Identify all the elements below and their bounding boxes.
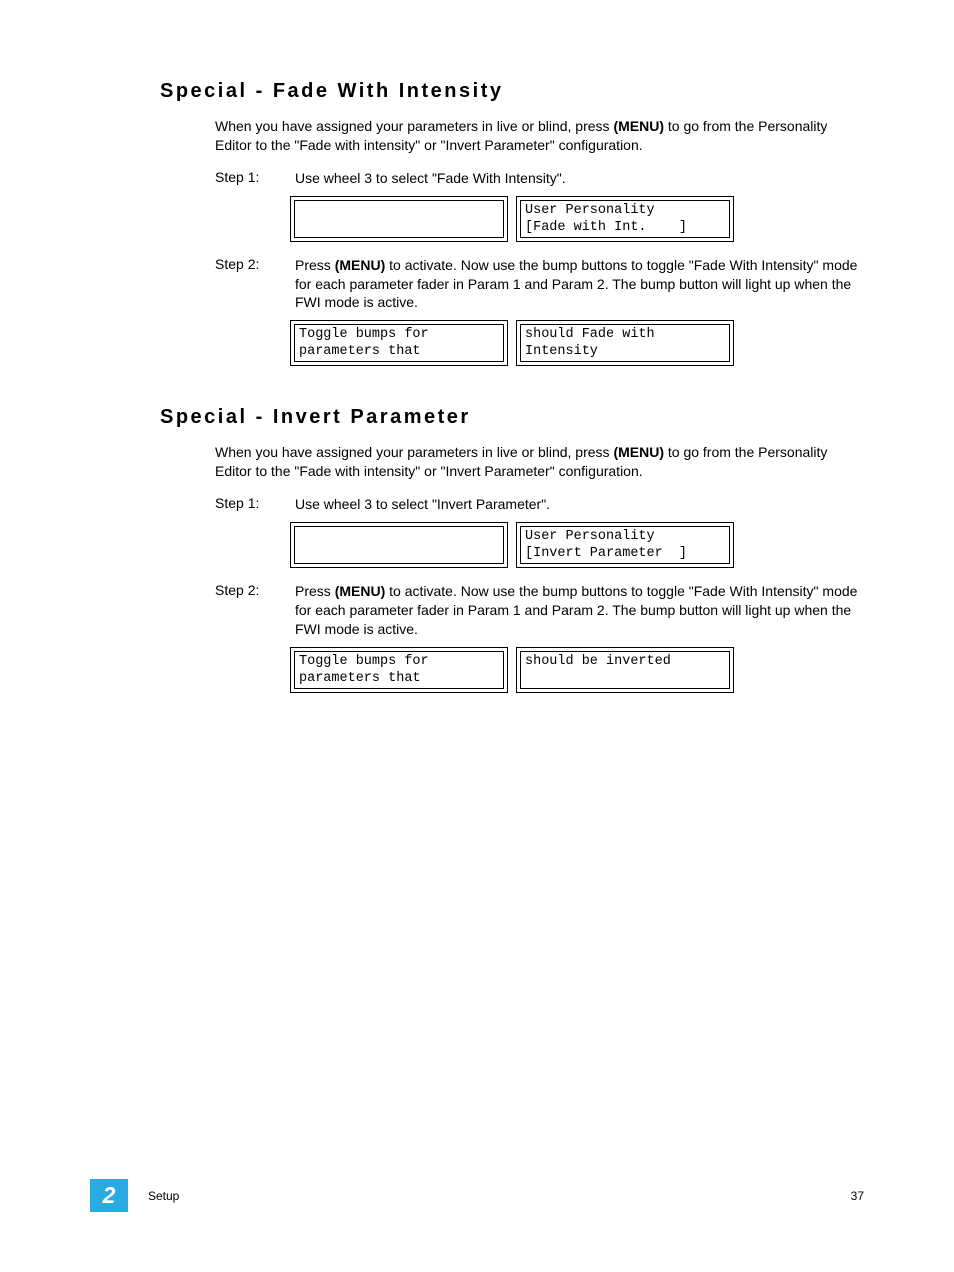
step-row: Step 1: Use wheel 3 to select "Invert Pa… bbox=[215, 495, 864, 514]
lcd-display-row: User Personality [Invert Parameter ] bbox=[290, 522, 864, 568]
step-text: Press bbox=[295, 257, 335, 273]
lcd-inner bbox=[294, 526, 504, 564]
step-label: Step 2: bbox=[215, 582, 295, 639]
lcd-left bbox=[290, 522, 508, 568]
step-row: Step 2: Press (MENU) to activate. Now us… bbox=[215, 256, 864, 313]
page-footer: 2 Setup 37 bbox=[0, 1179, 954, 1212]
lcd-inner bbox=[294, 200, 504, 238]
lcd-inner: Toggle bumps for parameters that bbox=[294, 324, 504, 362]
lcd-display-row: User Personality [Fade with Int. ] bbox=[290, 196, 864, 242]
heading-fade-with-intensity: Special - Fade With Intensity bbox=[160, 80, 864, 103]
lcd-right: User Personality [Invert Parameter ] bbox=[516, 522, 734, 568]
lcd-inner: should be inverted bbox=[520, 651, 730, 689]
step-row: Step 2: Press (MENU) to activate. Now us… bbox=[215, 582, 864, 639]
lcd-right: should Fade with Intensity bbox=[516, 320, 734, 366]
lcd-inner: User Personality [Invert Parameter ] bbox=[520, 526, 730, 564]
step-text: Press bbox=[295, 583, 335, 599]
lcd-inner: should Fade with Intensity bbox=[520, 324, 730, 362]
step-label: Step 1: bbox=[215, 495, 295, 514]
step-row: Step 1: Use wheel 3 to select "Fade With… bbox=[215, 169, 864, 188]
page-number: 37 bbox=[851, 1189, 864, 1203]
step-body: Press (MENU) to activate. Now use the bu… bbox=[295, 256, 864, 313]
lcd-right: should be inverted bbox=[516, 647, 734, 693]
step-body: Use wheel 3 to select "Invert Parameter"… bbox=[295, 495, 864, 514]
intro-text: When you have assigned your parameters i… bbox=[215, 444, 613, 460]
step-label: Step 2: bbox=[215, 256, 295, 313]
step-body: Use wheel 3 to select "Fade With Intensi… bbox=[295, 169, 864, 188]
step-body: Press (MENU) to activate. Now use the bu… bbox=[295, 582, 864, 639]
page-content: Special - Fade With Intensity When you h… bbox=[0, 0, 954, 693]
lcd-inner: Toggle bumps for parameters that bbox=[294, 651, 504, 689]
menu-key: (MENU) bbox=[613, 118, 664, 134]
lcd-left: Toggle bumps for parameters that bbox=[290, 647, 508, 693]
footer-section-name: Setup bbox=[148, 1189, 179, 1203]
lcd-inner: User Personality [Fade with Int. ] bbox=[520, 200, 730, 238]
intro-paragraph-a: When you have assigned your parameters i… bbox=[215, 117, 864, 155]
menu-key: (MENU) bbox=[613, 444, 664, 460]
heading-invert-parameter: Special - Invert Parameter bbox=[160, 406, 864, 429]
intro-text: When you have assigned your parameters i… bbox=[215, 118, 613, 134]
lcd-display-row: Toggle bumps for parameters that should … bbox=[290, 320, 864, 366]
chapter-badge: 2 bbox=[90, 1179, 128, 1212]
lcd-left: Toggle bumps for parameters that bbox=[290, 320, 508, 366]
step-label: Step 1: bbox=[215, 169, 295, 188]
lcd-left bbox=[290, 196, 508, 242]
lcd-display-row: Toggle bumps for parameters that should … bbox=[290, 647, 864, 693]
menu-key: (MENU) bbox=[335, 583, 386, 599]
lcd-right: User Personality [Fade with Int. ] bbox=[516, 196, 734, 242]
intro-paragraph-b: When you have assigned your parameters i… bbox=[215, 443, 864, 481]
menu-key: (MENU) bbox=[335, 257, 386, 273]
